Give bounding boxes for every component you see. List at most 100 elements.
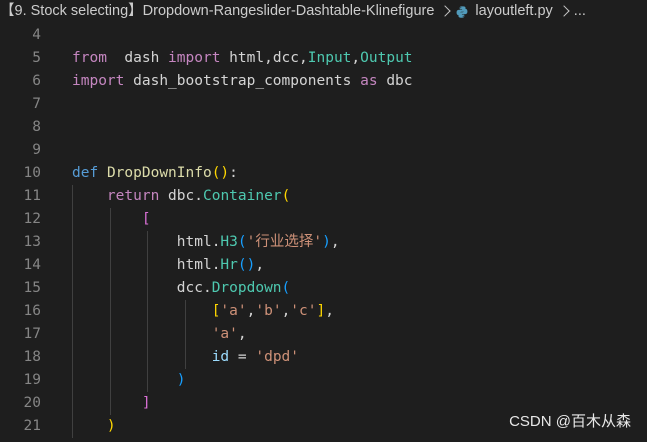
chevron-right-icon xyxy=(558,5,570,17)
breadcrumb-folder[interactable]: 【9. Stock selecting】Dropdown-Rangeslider… xyxy=(0,0,434,22)
code-token: ) xyxy=(176,372,186,388)
code-token: 'c' xyxy=(290,303,317,319)
code-editor[interactable]: 4 5 from dash import html,dcc,Input,Output… xyxy=(0,22,647,442)
code-token: def xyxy=(72,165,99,181)
code-text: html.Hr(), xyxy=(72,254,264,277)
code-text: def DropDownInfo(): xyxy=(72,162,238,185)
line-number: 8 xyxy=(32,119,41,135)
code-token: as xyxy=(360,73,378,89)
code-line[interactable]: 19 ) xyxy=(0,369,647,392)
code-token: dbc xyxy=(168,188,195,204)
code-token: ( xyxy=(281,188,291,204)
breadcrumb-more[interactable]: ... xyxy=(574,0,586,22)
code-token: html xyxy=(229,50,265,66)
code-token: . xyxy=(202,280,212,296)
code-token: '行业选择' xyxy=(246,234,323,250)
line-number: 4 xyxy=(32,27,41,43)
line-number: 17 xyxy=(23,326,41,342)
line-number: 19 xyxy=(23,372,41,388)
code-line[interactable]: 17 'a', xyxy=(0,323,647,346)
code-token: return xyxy=(106,188,160,204)
code-token: : xyxy=(229,165,238,181)
line-number: 6 xyxy=(32,73,41,89)
code-text: dcc.Dropdown( xyxy=(72,277,291,300)
code-line[interactable]: 8 xyxy=(0,116,647,139)
line-number: 12 xyxy=(23,211,41,227)
code-line[interactable]: 13 html.H3('行业选择'), xyxy=(0,231,647,254)
code-token: Output xyxy=(360,50,413,66)
code-token: 'b' xyxy=(255,303,282,319)
code-line[interactable]: 5 from dash import html,dcc,Input,Output xyxy=(0,47,647,70)
code-token: . xyxy=(194,188,203,204)
line-number: 11 xyxy=(23,188,41,204)
line-number: 20 xyxy=(23,395,41,411)
code-token: H3 xyxy=(220,234,238,250)
code-token: , xyxy=(330,234,340,250)
code-token: , xyxy=(237,326,247,342)
code-token: ] xyxy=(316,303,326,319)
line-number: 5 xyxy=(32,50,41,66)
code-text: ) xyxy=(72,369,186,392)
indent-guide xyxy=(185,300,186,369)
code-token: Container xyxy=(202,188,282,204)
code-line[interactable]: 14 html.Hr(), xyxy=(0,254,647,277)
code-token: DropDownInfo xyxy=(106,165,212,181)
code-token: ) xyxy=(106,418,116,434)
code-text: ['a','b','c'], xyxy=(72,300,334,323)
code-token: = xyxy=(229,349,256,365)
code-token: , xyxy=(325,303,334,319)
breadcrumb-file[interactable]: layoutleft.py xyxy=(475,0,552,22)
code-line[interactable]: 18 id = 'dpd' xyxy=(0,346,647,369)
code-token: html xyxy=(176,234,212,250)
code-line[interactable]: 11 return dbc.Container( xyxy=(0,185,647,208)
line-number: 18 xyxy=(23,349,41,365)
code-token: import xyxy=(72,73,125,89)
code-line[interactable]: 16 ['a','b','c'], xyxy=(0,300,647,323)
line-number: 9 xyxy=(32,142,41,158)
code-text: import dash_bootstrap_components as dbc xyxy=(72,70,413,93)
code-text: html.H3('行业选择'), xyxy=(72,231,340,254)
code-line[interactable]: 10 def DropDownInfo(): xyxy=(0,162,647,185)
code-line[interactable]: 9 xyxy=(0,139,647,162)
indent-guide xyxy=(147,231,148,392)
code-token: () xyxy=(211,165,230,181)
code-token: 'a' xyxy=(220,303,247,319)
code-token: ( xyxy=(281,280,291,296)
code-token: ( xyxy=(237,234,247,250)
code-token: Dropdown xyxy=(211,280,282,296)
indent-guide xyxy=(110,208,111,415)
code-line[interactable]: 7 xyxy=(0,93,647,116)
code-token: id xyxy=(211,349,230,365)
code-line[interactable]: 6 import dash_bootstrap_components as dbc xyxy=(0,70,647,93)
watermark: CSDN @百木从森 xyxy=(509,413,631,430)
code-text: ] xyxy=(72,392,151,415)
code-line[interactable]: 12 [ xyxy=(0,208,647,231)
code-text: 'a', xyxy=(72,323,247,346)
code-token: from xyxy=(72,50,107,66)
code-token: dash_bootstrap_components xyxy=(133,73,352,89)
code-line[interactable]: 15 dcc.Dropdown( xyxy=(0,277,647,300)
code-token: [ xyxy=(141,211,151,227)
line-number: 16 xyxy=(23,303,41,319)
code-token: dcc xyxy=(176,280,203,296)
code-token: dcc xyxy=(272,50,300,66)
line-number: 21 xyxy=(23,418,41,434)
code-token: ) xyxy=(322,234,331,250)
code-line[interactable]: 4 xyxy=(0,24,647,47)
code-token: 'dpd' xyxy=(255,349,300,365)
